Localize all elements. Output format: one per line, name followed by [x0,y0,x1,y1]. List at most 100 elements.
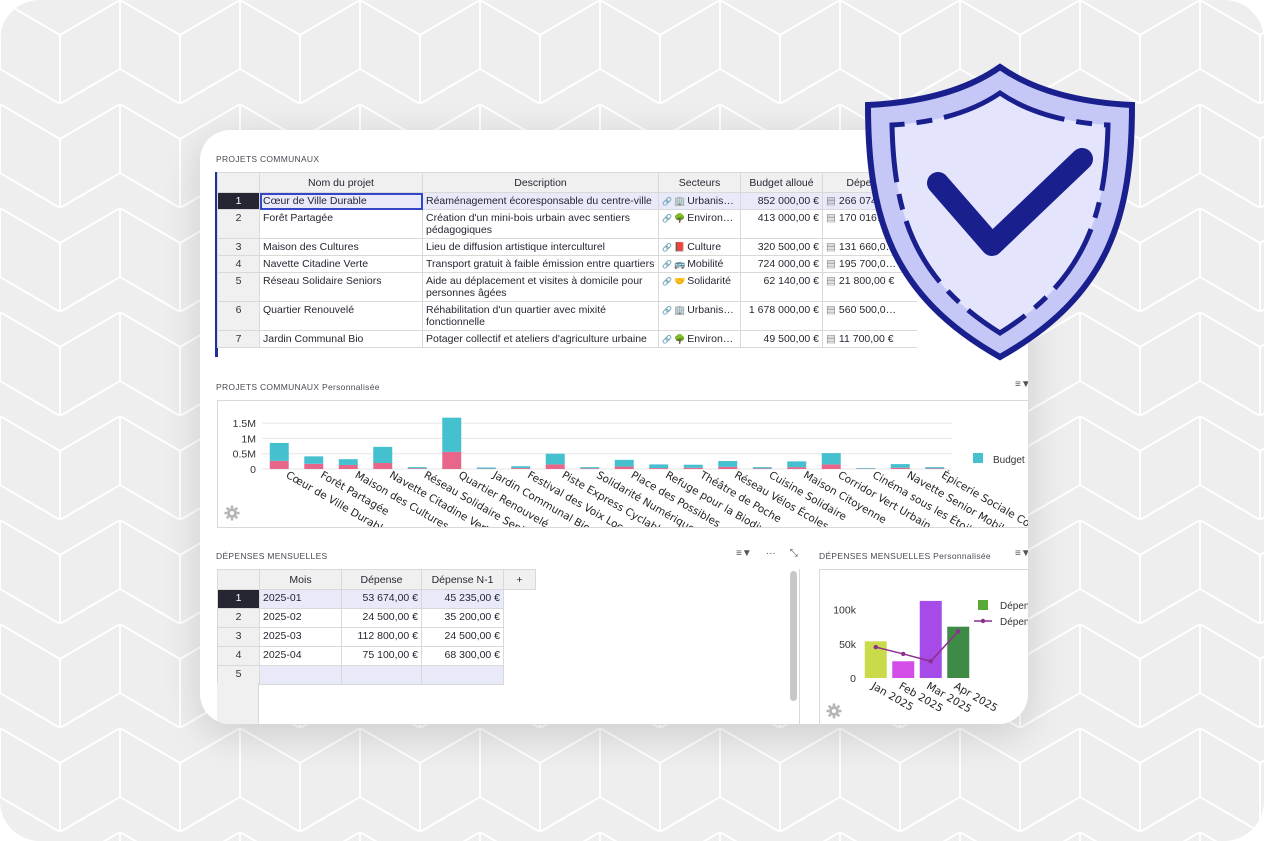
expense-prev-cell[interactable]: 45 235,00 € [421,589,504,609]
table-row[interactable]: 4 2025-04 75 100,00 €68 300,00 € [217,646,536,666]
table-row[interactable]: 4 Navette Citadine Verte Transport gratuit… [217,255,917,273]
gear-icon[interactable] [826,703,842,719]
bar-segment[interactable] [407,468,427,469]
description-cell[interactable]: Aide au déplacement et visites à domicil… [422,272,659,302]
bar-segment[interactable] [511,468,531,469]
projects-chart[interactable]: 0 0.5M 1M 1.5M Cœur de Ville Durable Forêt Pa… [217,400,1028,528]
month-cell[interactable]: 2025-04 [259,646,342,666]
sector-cell[interactable]: 🔗 📕 Culture [658,238,741,256]
row-number[interactable]: 5 [217,665,260,685]
table-row[interactable]: 1 Cœur de Ville Durable Réaménagement écor… [217,192,917,210]
table-row[interactable]: 3 2025-03 112 800,00 €24 500,00 € [217,627,536,647]
column-header[interactable] [217,569,260,590]
sector-cell[interactable]: 🔗 🏢 Urbanis… [658,192,741,210]
expand-icon[interactable]: ⤡ [790,548,798,559]
bar-segment[interactable] [787,461,807,468]
filter-icon[interactable]: ≡▼ [1015,548,1028,559]
bar-segment[interactable] [649,464,669,469]
row-number[interactable]: 5 [217,272,260,302]
bar-segment[interactable] [511,466,531,469]
monthly-chart[interactable]: 0 50k 100k Jan 2025 Feb 2025 Mar 2025 Apr 2025… [819,569,1028,724]
bar-segment[interactable] [925,468,945,469]
bar-segment[interactable] [338,459,358,465]
expense-prev-cell[interactable]: 24 500,00 € [421,627,504,647]
filter-icon[interactable]: ≡▼ [1015,379,1028,390]
more-options-icon[interactable]: ··· [766,548,776,559]
budget-cell[interactable]: 1 678 000,00 € [740,301,823,331]
description-cell[interactable]: Lieu de diffusion artistique intercultur… [422,238,659,256]
column-header[interactable]: Nom du projet [259,172,423,193]
column-header[interactable] [217,172,260,193]
project-name-cell[interactable]: Navette Citadine Verte [259,255,423,273]
month-cell[interactable]: 2025-03 [259,627,342,647]
empty-cell[interactable] [504,647,536,666]
bar-segment[interactable] [373,463,393,469]
row-number[interactable]: 7 [217,330,260,348]
row-number[interactable]: 4 [217,255,260,273]
project-name-cell[interactable]: Réseau Solidaire Seniors [259,272,423,302]
column-header[interactable]: Secteurs [658,172,741,193]
expense-cell[interactable]: 112 800,00 € [341,627,422,647]
add-column-button[interactable]: + [503,569,536,590]
description-cell[interactable]: Potager collectif et ateliers d'agricult… [422,330,659,348]
description-cell[interactable]: Réaménagement écoresponsable du centre-v… [422,192,659,210]
bar-segment[interactable] [821,464,841,469]
sector-cell[interactable]: 🔗 🏢 Urbanis… [658,301,741,331]
month-cell[interactable]: 2025-02 [259,608,342,628]
bar-segment[interactable] [718,461,738,467]
line-point[interactable] [928,659,933,664]
row-number[interactable]: 1 [217,589,260,609]
bar-segment[interactable] [580,468,600,469]
bar-segment[interactable] [890,467,910,469]
column-header[interactable]: Budget alloué [740,172,823,193]
line-point[interactable] [956,629,961,634]
bar-segment[interactable] [304,456,324,464]
bar-segment[interactable] [545,453,565,465]
project-name-cell[interactable]: Maison des Cultures [259,238,423,256]
bar-segment[interactable] [821,453,841,465]
expense-cell[interactable]: 53 674,00 € [341,589,422,609]
project-name-cell[interactable]: Quartier Renouvelé [259,301,423,331]
bar-segment[interactable] [304,463,324,469]
projects-table-viewport[interactable]: Nom du projet Description Secteurs Budget a… [217,172,917,357]
empty-cell[interactable] [504,666,536,685]
budget-cell[interactable]: 62 140,00 € [740,272,823,302]
month-cell[interactable]: 2025-01 [259,589,342,609]
project-name-cell[interactable]: Jardin Communal Bio [259,330,423,348]
budget-cell[interactable]: 852 000,00 € [740,192,823,210]
bar-segment[interactable] [683,467,703,469]
empty-cell[interactable] [504,628,536,647]
row-number[interactable]: 4 [217,646,260,666]
monthly-table-viewport[interactable]: Mois Dépense Dépense N-1 + 1 2025-01 53 674,0… [217,569,800,724]
bar-segment[interactable] [856,468,876,469]
description-cell[interactable]: Création d'un mini-bois urbain avec sent… [422,209,659,239]
vertical-scrollbar[interactable] [790,571,797,701]
row-number[interactable]: 2 [217,608,260,628]
expense-prev-cell[interactable]: 35 200,00 € [421,608,504,628]
filter-icon[interactable]: ≡▼ [736,548,752,559]
bar-segment[interactable] [752,468,772,469]
sector-cell[interactable]: 🔗 🤝 Solidarité [658,272,741,302]
bar-segment[interactable] [649,468,669,469]
table-row[interactable]: 1 2025-01 53 674,00 €45 235,00 € [217,589,536,609]
bar-segment[interactable] [338,464,358,469]
column-header[interactable]: Dépense N-1 [421,569,504,590]
table-row[interactable]: 2 2025-02 24 500,00 €35 200,00 € [217,608,536,628]
line-series[interactable] [875,630,959,663]
bar-segment[interactable] [683,464,703,468]
bar-segment[interactable] [269,442,289,461]
table-row[interactable]: 6 Quartier Renouvelé Réhabilitation d'un q… [217,301,917,331]
line-point[interactable] [873,644,878,650]
bar-segment[interactable] [787,467,807,469]
bar-segment[interactable] [407,467,427,469]
row-number[interactable]: 2 [217,209,260,239]
bar-segment[interactable] [925,467,945,469]
description-cell[interactable]: Transport gratuit à faible émission entr… [422,255,659,273]
bar-segment[interactable] [614,459,634,467]
row-number[interactable]: 1 [217,192,260,210]
table-row[interactable]: 3 Maison des Cultures Lieu de diffusion ar… [217,238,917,256]
sector-cell[interactable]: 🔗 🌳 Environ… [658,330,741,348]
bar-segment[interactable] [545,464,565,469]
row-number[interactable]: 6 [217,301,260,331]
column-header[interactable]: Dépense [341,569,422,590]
